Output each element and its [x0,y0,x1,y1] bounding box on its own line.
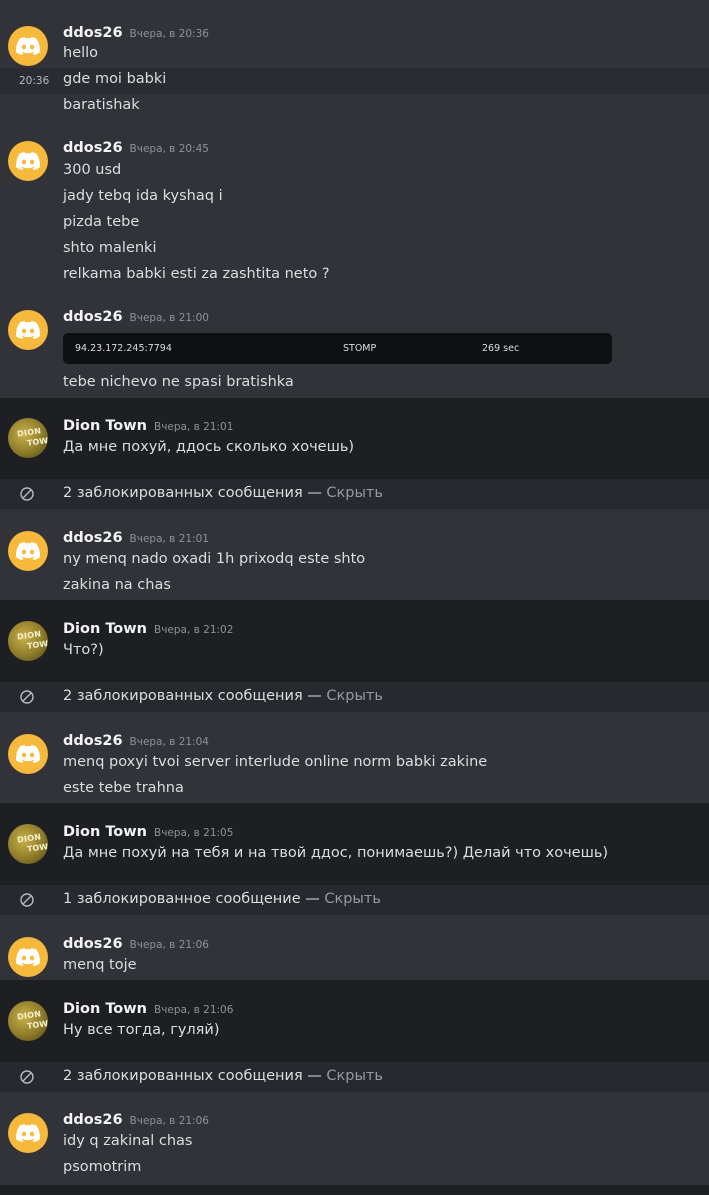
bottom-strip [0,1185,709,1195]
message-text: Что?) [63,642,104,658]
avatar[interactable] [8,310,48,350]
blocked-icon [20,487,34,501]
message-group: ddos26 Вчера, в 21:06 idy q zakinal chas … [0,1092,709,1185]
blocked-messages-text: 2 заблокированных сообщения — Скрыть [63,688,383,704]
author-name[interactable]: ddos26 Вчера, в 20:45 [63,140,209,156]
message-text: menq toje [63,957,137,973]
message-group: DION TOWN Dion Town Вчера, в 21:06 Ну все… [0,980,709,1062]
timestamp: Вчера, в 21:06 [129,1115,209,1127]
hide-link[interactable]: Скрыть [326,1068,383,1084]
avatar[interactable] [8,1113,48,1153]
blocked-icon [20,690,34,704]
message-group: ddos26 Вчера, в 21:06 menq toje [0,915,709,980]
avatar[interactable] [8,734,48,774]
blocked-messages-row: 1 заблокированное сообщение — Скрыть [0,885,709,915]
timestamp: Вчера, в 21:01 [153,421,234,433]
blocked-icon [20,893,34,907]
avatar[interactable] [8,531,48,571]
blocked-messages-text: 2 заблокированных сообщения — Скрыть [63,485,383,501]
blocked-messages-row: 2 заблокированных сообщения — Скрыть [0,682,709,712]
message-row: baratishak [0,94,709,124]
message-group: ddos26 Вчера, в 20:36 hello [0,0,709,68]
message-text: hello [63,45,99,61]
blocked-messages-text: 1 заблокированное сообщение — Скрыть [63,891,381,907]
blocked-icon [20,1070,34,1084]
discord-logo-icon [16,542,40,560]
author-name[interactable]: ddos26 Вчера, в 21:01 [63,530,209,546]
avatar[interactable]: DION TOWN [8,418,48,458]
author-name[interactable]: ddos26 Вчера, в 21:04 [63,733,209,749]
message-text: shto malenki [63,240,157,256]
message-text: este tebe trahna [63,780,184,796]
chat-log: ddos26 Вчера, в 20:36 hello 20:36 gde moi… [0,0,709,1195]
message-text: jady tebq ida kyshaq i [63,188,223,204]
timestamp: Вчера, в 21:01 [129,533,209,545]
author-name[interactable]: Dion Town Вчера, в 21:05 [63,824,233,840]
attachment-embed[interactable]: 94.23.172.245:7794 STOMP 269 sec [63,333,612,364]
blocked-messages-row: 2 заблокированных сообщения — Скрыть [0,479,709,509]
message-text: Ну все тогда, гуляй) [63,1022,220,1038]
discord-logo-icon [16,745,40,763]
timestamp: Вчера, в 20:45 [129,143,209,155]
discord-logo-icon [16,1124,40,1142]
message-group: DION TOWN Dion Town Вчера, в 21:05 Да мне… [0,803,709,885]
hide-link[interactable]: Скрыть [326,485,383,501]
message-group: ddos26 Вчера, в 21:00 94.23.172.245:7794 … [0,296,709,398]
author-name[interactable]: ddos26 Вчера, в 21:06 [63,1112,209,1128]
hide-link[interactable]: Скрыть [324,891,381,907]
author-name[interactable]: Dion Town Вчера, в 21:01 [63,418,233,434]
message-text: Да мне похуй, ддось сколько хочешь) [63,439,355,455]
message-group: DION TOWN Dion Town Вчера, в 21:02 Что?) [0,600,709,682]
message-group: ddos26 Вчера, в 21:04 menq poxyi tvoi ser… [0,712,709,803]
message-text: pizda tebe [63,214,140,230]
timestamp: Вчера, в 21:06 [153,1004,234,1016]
avatar[interactable]: DION TOWN [8,1001,48,1041]
blocked-messages-row: 2 заблокированных сообщения — Скрыть [0,1062,709,1092]
discord-logo-icon [16,948,40,966]
message-text: tebe nichevo ne spasi bratishka [63,374,294,390]
avatar[interactable]: DION TOWN [8,621,48,661]
timestamp: Вчера, в 20:36 [129,28,209,40]
author-name[interactable]: ddos26 Вчера, в 20:36 [63,25,209,41]
message-text: baratishak [63,97,140,113]
timestamp: Вчера, в 21:05 [153,827,234,839]
message-text: ny menq nado oxadi 1h prixodq este shto [63,551,366,567]
message-text: psomotrim [63,1159,142,1175]
author-name[interactable]: ddos26 Вчера, в 21:00 [63,309,209,325]
timestamp: Вчера, в 21:04 [129,736,209,748]
message-text: zakina na chas [63,577,171,593]
author-name[interactable]: Dion Town Вчера, в 21:06 [63,1001,233,1017]
blocked-messages-text: 2 заблокированных сообщения — Скрыть [63,1068,383,1084]
message-group: ddos26 Вчера, в 21:01 ny menq nado oxadi … [0,509,709,600]
author-name[interactable]: Dion Town Вчера, в 21:02 [63,621,233,637]
embed-method: STOMP [343,343,377,354]
hide-link[interactable]: Скрыть [326,688,383,704]
discord-logo-icon [16,321,40,339]
message-text: 300 usd [63,162,122,178]
hover-timestamp: 20:36 [19,75,50,87]
author-name[interactable]: ddos26 Вчера, в 21:06 [63,936,209,952]
timestamp: Вчера, в 21:02 [153,624,234,636]
message-text: menq poxyi tvoi server interlude online … [63,754,488,770]
discord-logo-icon [16,152,40,170]
embed-ip: 94.23.172.245:7794 [75,343,172,354]
avatar[interactable] [8,26,48,66]
embed-duration: 269 sec [482,343,520,354]
message-group: ddos26 Вчера, в 20:45 300 usd jady tebq i… [0,124,709,296]
discord-logo-icon [16,37,40,55]
timestamp: Вчера, в 21:00 [129,312,209,324]
message-row-hovered: 20:36 gde moi babki [0,68,709,94]
message-text: Да мне похуй на тебя и на твой ддос, пон… [63,845,609,861]
message-group: DION TOWN Dion Town Вчера, в 21:01 Да мне… [0,398,709,479]
avatar[interactable] [8,937,48,977]
avatar[interactable]: DION TOWN [8,824,48,864]
message-text: gde moi babki [63,71,167,87]
timestamp: Вчера, в 21:06 [129,939,209,951]
avatar[interactable] [8,141,48,181]
message-text: relkama babki esti za zashtita neto ? [63,266,330,282]
message-text: idy q zakinal chas [63,1133,193,1149]
